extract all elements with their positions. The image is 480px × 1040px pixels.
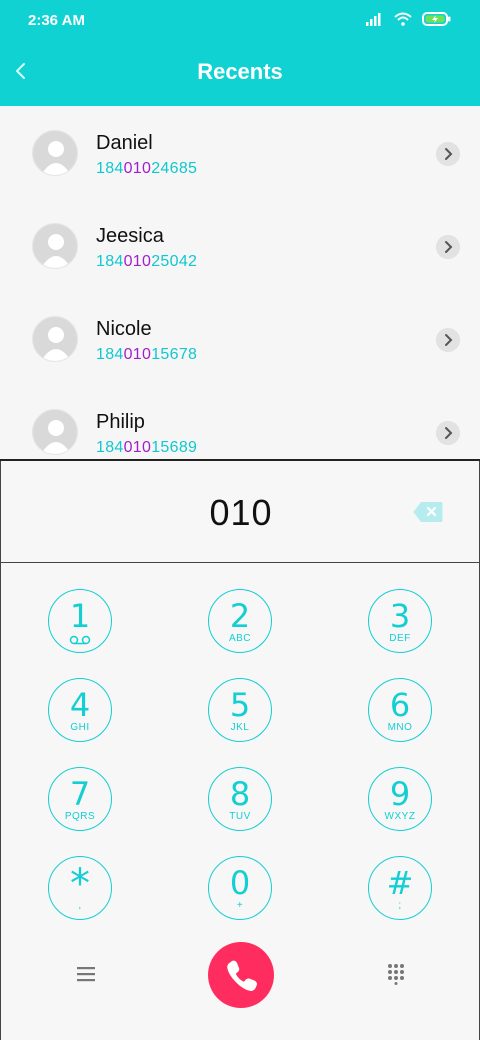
voicemail-icon [69,635,91,645]
key-digit: 0 [229,864,251,902]
key-digit: 8 [229,775,251,813]
status-time: 2:36 AM [28,12,85,29]
key-hash[interactable]: # ; [368,856,432,920]
dial-input-area[interactable]: 010 [0,461,480,563]
key-7[interactable]: 7 PQRS [48,767,112,831]
key-digit: 9 [389,775,411,813]
key-0[interactable]: 0 + [208,856,272,920]
list-item[interactable]: Nicole 18401015678 [0,292,480,385]
backspace-icon[interactable] [413,501,443,523]
keypad: 1 2 ABC 3 DEF 4 GHI 5 JKL 6 MNO 7 PQRS 8… [0,563,480,1040]
key-8[interactable]: 8 TUV [208,767,272,831]
dialed-number[interactable]: 010 [1,492,480,534]
key-3[interactable]: 3 DEF [368,589,432,653]
key-6[interactable]: 6 MNO [368,678,432,742]
key-5[interactable]: 5 JKL [208,678,272,742]
key-letters: TUV [229,811,251,822]
status-icons [366,12,452,26]
menu-icon[interactable] [75,965,97,983]
key-digit: # [386,864,414,902]
key-digit: * [70,861,90,907]
key-letters: ; [398,900,402,911]
key-letters: + [236,900,244,911]
contact-name: Nicole [96,318,152,340]
chevron-right-icon[interactable] [436,235,460,259]
key-letters: PQRS [64,811,96,822]
chevron-right-icon[interactable] [436,142,460,166]
contact-name: Daniel [96,132,153,154]
avatar [32,130,78,176]
key-digit: 2 [229,597,251,635]
key-9[interactable]: 9 WXYZ [368,767,432,831]
contact-number: 18401024685 [96,160,198,177]
list-item[interactable]: Daniel 18401024685 [0,106,480,199]
signal-icon [366,13,381,26]
avatar [32,409,78,455]
list-item[interactable]: Philip 18401015689 [0,385,480,460]
key-2[interactable]: 2 ABC [208,589,272,653]
key-letters: , [78,900,82,911]
list-item[interactable]: Jeesica 18401025042 [0,199,480,292]
key-letters: GHI [70,722,90,733]
key-4[interactable]: 4 GHI [48,678,112,742]
page-title: Recents [197,59,283,84]
contact-number: 18401015689 [96,439,198,456]
avatar [32,223,78,269]
avatar [32,316,78,362]
contact-number: 18401025042 [96,253,198,270]
key-letters: ABC [228,633,252,644]
contact-number: 18401015678 [96,346,198,363]
key-digit: 7 [69,775,91,813]
battery-charging-icon [422,12,451,26]
key-letters: MNO [387,722,413,733]
key-letters: DEF [389,633,411,644]
contact-name: Philip [96,411,145,433]
key-1[interactable]: 1 [48,589,112,653]
recents-list[interactable]: Daniel 18401024685 Jeesica 18401025042 N… [0,106,480,460]
key-digit: 1 [69,597,91,635]
wifi-icon [394,12,412,26]
key-digit: 5 [229,686,251,724]
dialpad-grid-icon[interactable] [387,963,405,985]
key-digit: 4 [69,686,91,724]
key-digit: 6 [389,686,411,724]
chevron-right-icon[interactable] [436,421,460,445]
key-letters: JKL [230,722,250,733]
chevron-right-icon[interactable] [436,328,460,352]
key-digit: 3 [389,597,411,635]
key-star[interactable]: * , [48,856,112,920]
contact-name: Jeesica [96,225,164,247]
call-button[interactable] [208,942,274,1008]
top-bar: 2:36 AM Recents [0,0,480,106]
key-letters: WXYZ [384,811,416,822]
phone-icon [227,960,257,991]
